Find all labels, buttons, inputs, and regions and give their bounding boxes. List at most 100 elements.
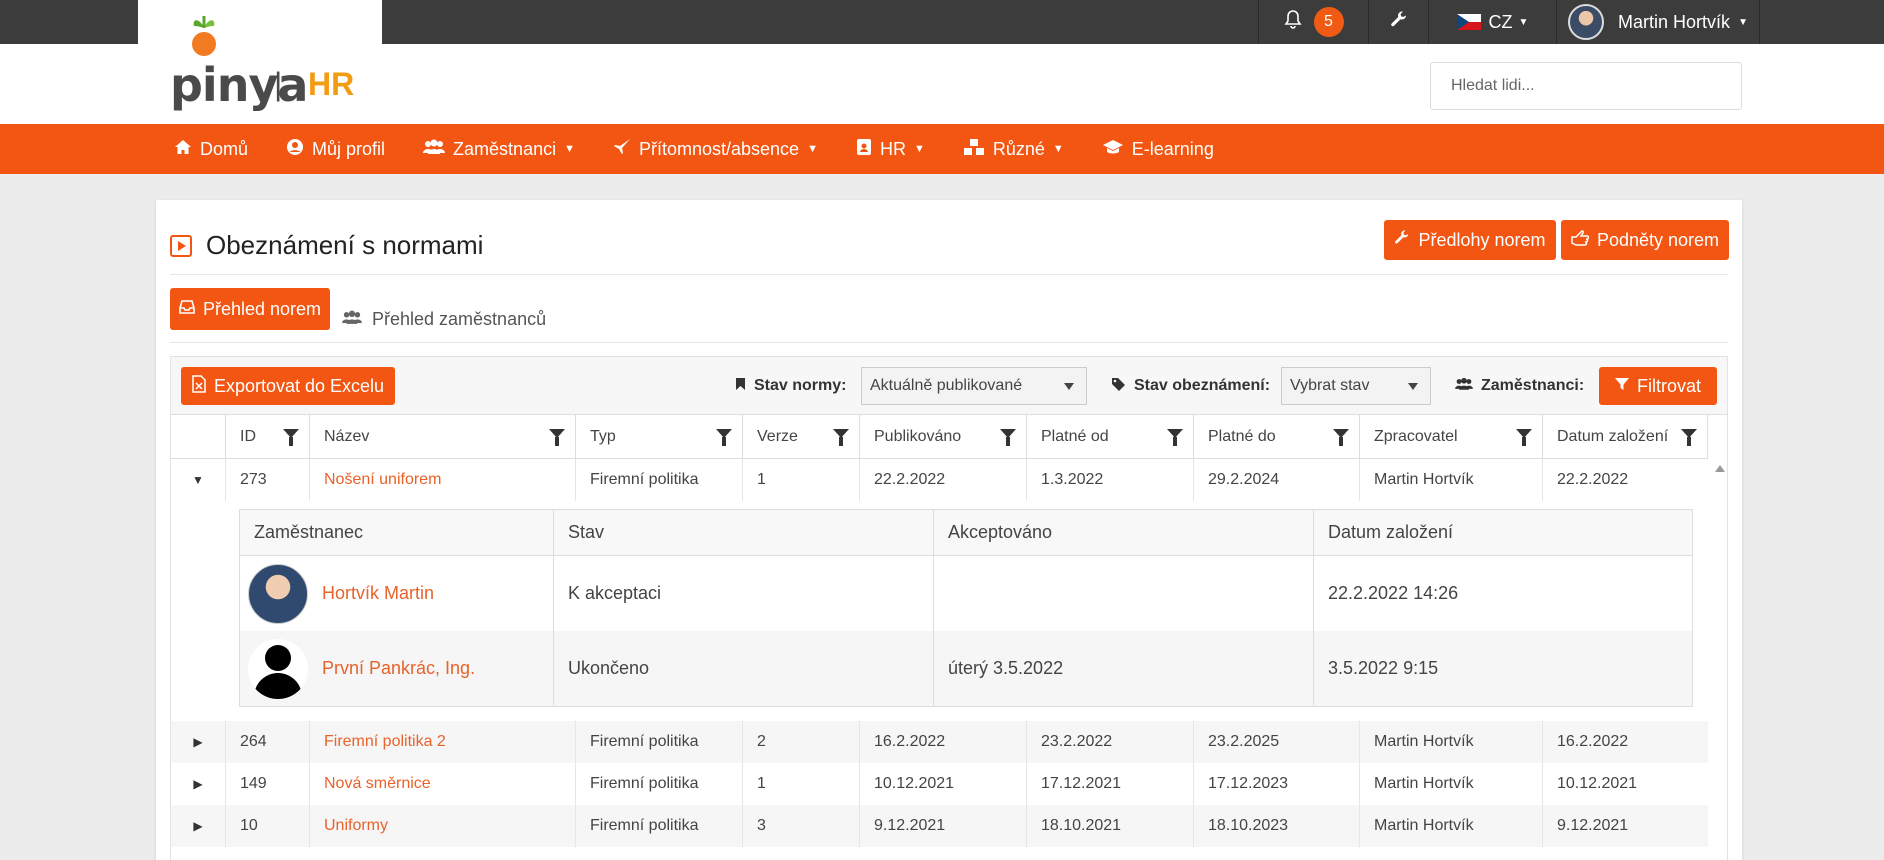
filter-icon[interactable] bbox=[1516, 429, 1532, 446]
cell-valid-to: 23.2.2025 bbox=[1193, 721, 1359, 763]
sub-row[interactable]: Hortvík Martin K akceptaci 22.2.2022 14:… bbox=[240, 556, 1692, 631]
user-menu[interactable]: Martin Hortvík ▼ bbox=[1556, 0, 1760, 44]
export-excel-button[interactable]: Exportovat do Excelu bbox=[181, 367, 395, 405]
bell-icon bbox=[1284, 9, 1302, 35]
divider bbox=[170, 342, 1728, 343]
chevron-down-icon: ▼ bbox=[913, 143, 925, 155]
cell-id: 10 bbox=[225, 805, 309, 847]
settings-button[interactable] bbox=[1368, 0, 1428, 44]
table-row[interactable]: ▼ 273 Nošení uniforem Firemní politika 1… bbox=[171, 459, 1708, 501]
col-id[interactable]: ID bbox=[225, 415, 309, 459]
norm-state-label-text: Stav normy: bbox=[754, 377, 847, 394]
col-processor[interactable]: Zpracovatel bbox=[1359, 415, 1542, 459]
tab-norms-overview[interactable]: Přehled norem bbox=[170, 288, 330, 330]
cell-id: 273 bbox=[225, 459, 309, 501]
sub-row[interactable]: První Pankrác, Ing. Ukončeno úterý 3.5.2… bbox=[240, 631, 1692, 706]
expand-row-icon[interactable]: ▶ bbox=[171, 763, 225, 805]
table-row[interactable]: ▶ 10 Uniformy Firemní politika 3 9.12.20… bbox=[171, 805, 1708, 847]
sub-cell-state: K akceptaci bbox=[553, 556, 933, 631]
col-created[interactable]: Datum založení bbox=[1542, 415, 1708, 459]
norm-link[interactable]: Nová směrnice bbox=[324, 775, 431, 793]
sub-cell-employee: Hortvík Martin bbox=[240, 556, 553, 631]
sub-col-state[interactable]: Stav bbox=[553, 510, 933, 556]
employee-link[interactable]: Hortvík Martin bbox=[322, 583, 434, 604]
divider bbox=[170, 274, 1728, 275]
filter-icon[interactable] bbox=[1000, 429, 1016, 446]
sub-cell-created: 22.2.2022 14:26 bbox=[1313, 556, 1692, 631]
collapse-row-icon[interactable]: ▼ bbox=[171, 459, 225, 501]
nav-employees[interactable]: Zaměstnanci ▼ bbox=[423, 139, 575, 160]
table-header: ID Název Typ Verze Publikováno Platné od… bbox=[171, 415, 1708, 459]
nav-my-profile-label: Můj profil bbox=[312, 138, 386, 159]
sub-col-employee[interactable]: Zaměstnanec bbox=[240, 510, 553, 556]
pinya-hr-logo[interactable]: pinya | HR bbox=[170, 14, 370, 112]
notifications-button[interactable]: 5 bbox=[1258, 0, 1368, 44]
cell-type: Firemní politika bbox=[575, 459, 742, 501]
sub-col-accepted[interactable]: Akceptováno bbox=[933, 510, 1313, 556]
ack-state-select[interactable]: Vybrat stav bbox=[1281, 367, 1431, 405]
table-row[interactable]: ▶ 264 Firemní politika 2 Firemní politik… bbox=[171, 721, 1708, 763]
nav-my-profile[interactable]: Můj profil bbox=[286, 138, 385, 161]
chevron-down-icon: ▼ bbox=[1518, 16, 1529, 28]
col-type[interactable]: Typ bbox=[575, 415, 742, 459]
col-version[interactable]: Verze bbox=[742, 415, 859, 459]
norm-link[interactable]: Firemní politika 2 bbox=[324, 733, 446, 751]
employee-ack-subtable: Zaměstnanec Stav Akceptováno Datum založ… bbox=[239, 509, 1693, 707]
filter-icon[interactable] bbox=[283, 429, 299, 446]
cell-valid-from: 23.2.2022 bbox=[1026, 721, 1193, 763]
filter-icon[interactable] bbox=[833, 429, 849, 446]
col-name[interactable]: Název bbox=[309, 415, 575, 459]
col-name-label: Název bbox=[324, 428, 370, 445]
expand-row-icon[interactable]: ▶ bbox=[171, 805, 225, 847]
col-published[interactable]: Publikováno bbox=[859, 415, 1026, 459]
logo-suffix: HR bbox=[308, 66, 355, 102]
tab-employees-overview[interactable]: Přehled zaměstnanců bbox=[342, 298, 546, 340]
norm-state-value: Aktuálně publikované bbox=[870, 377, 1023, 394]
col-valid-to[interactable]: Platné do bbox=[1193, 415, 1359, 459]
templates-button[interactable]: Předlohy norem bbox=[1384, 220, 1556, 260]
page-title: Obeznámení s normami bbox=[170, 230, 483, 261]
col-valid-from[interactable]: Platné od bbox=[1026, 415, 1193, 459]
cell-published: 22.2.2022 bbox=[859, 459, 1026, 501]
cell-id: 149 bbox=[225, 763, 309, 805]
suggestions-button[interactable]: Podněty norem bbox=[1561, 220, 1729, 260]
wrench-icon bbox=[1394, 229, 1410, 251]
scrollbar-up-arrow[interactable] bbox=[1715, 465, 1725, 472]
filter-button[interactable]: Filtrovat bbox=[1599, 367, 1717, 405]
main-card: Obeznámení s normami Předlohy norem Podn… bbox=[156, 200, 1742, 860]
col-version-label: Verze bbox=[757, 428, 798, 445]
filter-icon[interactable] bbox=[1333, 429, 1349, 446]
employees-filter-label-text: Zaměstnanci: bbox=[1481, 377, 1585, 394]
grid-toolbar: Exportovat do Excelu Stav normy: Aktuáln… bbox=[171, 357, 1727, 415]
id-badge-icon bbox=[856, 138, 872, 161]
bookmark-icon bbox=[735, 377, 746, 395]
filter-icon[interactable] bbox=[1167, 429, 1183, 446]
employee-link[interactable]: První Pankrác, Ing. bbox=[322, 658, 475, 679]
filter-icon[interactable] bbox=[1681, 429, 1697, 446]
col-processor-label: Zpracovatel bbox=[1374, 428, 1458, 445]
sub-col-created[interactable]: Datum založení bbox=[1313, 510, 1692, 556]
user-avatar bbox=[1568, 4, 1605, 40]
employees-filter-label: Zaměstnanci: bbox=[1455, 357, 1584, 415]
expand-row-icon[interactable]: ▶ bbox=[171, 721, 225, 763]
wrench-icon bbox=[1390, 10, 1408, 34]
nav-elearning[interactable]: E-learning bbox=[1102, 139, 1214, 160]
graduation-cap-icon bbox=[1102, 139, 1124, 160]
cell-published: 10.12.2021 bbox=[859, 763, 1026, 805]
language-selector[interactable]: CZ ▼ bbox=[1428, 0, 1556, 44]
cell-created: 16.2.2022 bbox=[1542, 721, 1708, 763]
norm-state-select[interactable]: Aktuálně publikované bbox=[861, 367, 1087, 405]
user-name: Martin Hortvík bbox=[1618, 11, 1731, 32]
table-row[interactable]: ▶ 149 Nová směrnice Firemní politika 1 1… bbox=[171, 763, 1708, 805]
norm-link[interactable]: Nošení uniforem bbox=[324, 471, 441, 489]
sub-col-created-label: Datum založení bbox=[1328, 522, 1454, 542]
suggestions-button-label: Podněty norem bbox=[1596, 229, 1720, 250]
filter-icon[interactable] bbox=[549, 429, 565, 446]
filter-icon[interactable] bbox=[716, 429, 732, 446]
nav-attendance[interactable]: Přítomnost/absence ▼ bbox=[613, 138, 818, 161]
nav-misc[interactable]: Různé ▼ bbox=[963, 138, 1064, 161]
nav-hr[interactable]: HR ▼ bbox=[856, 138, 925, 161]
nav-home[interactable]: Domů bbox=[174, 139, 248, 160]
search-people-input[interactable] bbox=[1430, 62, 1742, 110]
norm-link[interactable]: Uniformy bbox=[324, 817, 388, 835]
